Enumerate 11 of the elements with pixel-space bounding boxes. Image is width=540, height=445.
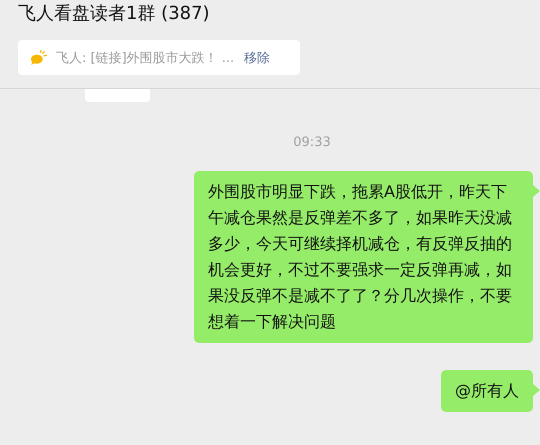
pinned-message-card[interactable]: 飞人: [链接]外围股市大跌！ ... 移除 (18, 40, 300, 75)
remove-link[interactable]: 移除 (244, 48, 270, 66)
bubble-tail (533, 384, 540, 396)
timestamp: 09:33 (293, 135, 331, 151)
bubble-tail (533, 185, 540, 197)
speech-bubble-icon (30, 50, 47, 65)
message-bubble: 外围股市明显下跌，拖累A股低开，昨天下午减仓果然是反弹差不多了，如果昨天没减多少，今天可继续择机减仓，有反弹反抽的机会更好，不过不要强求一定反弹再减，如果没反弹不是减不了了？分几次操作，不要想着一下解决问题 (194, 171, 533, 343)
message-bubble (85, 89, 150, 102)
chat-title: 飞人看盘读者1群 (387) (18, 2, 211, 26)
pinned-message-text: 飞人: [链接]外围股市大跌！ ... (56, 50, 234, 66)
message-bubble: @所有人 (441, 370, 533, 412)
